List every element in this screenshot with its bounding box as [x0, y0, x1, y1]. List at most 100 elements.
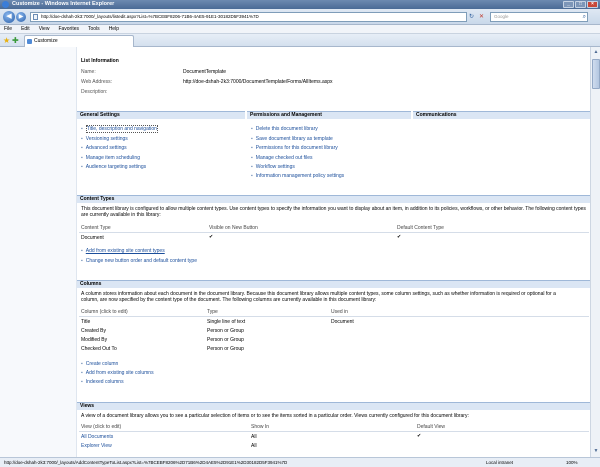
tab-bar: ★ ✚ Customize [0, 34, 600, 47]
permissions-heading: Permissions and Management [247, 111, 411, 119]
zoom-level[interactable]: 100% [566, 458, 578, 467]
refresh-icon[interactable]: ↻ [467, 12, 476, 22]
forward-button[interactable]: ▶ [16, 12, 26, 22]
views-col-show: Show In [251, 424, 270, 430]
ct-link-change-order[interactable]: ▪ Change new button order and default con… [81, 258, 197, 264]
address-input[interactable]: http://doe-dshah-2k3:7000/_layouts/liste… [30, 12, 467, 22]
content-types-header-row: Content Type Visible on New Button Defau… [79, 225, 589, 233]
general-settings-heading: General Settings [77, 111, 245, 119]
col-link-indexed[interactable]: ▪ Indexed columns [81, 379, 124, 385]
perm-link-delete[interactable]: ▪ Delete this document library [251, 126, 318, 132]
scrollbar-thumb[interactable] [592, 59, 600, 89]
general-link-advanced[interactable]: ▪ Advanced settings [81, 145, 127, 151]
columns-heading: Columns [77, 280, 591, 288]
address-url: http://doe-dshah-2k3:7000/_layouts/liste… [41, 14, 259, 19]
status-url: http://doe-dshah-2k3:7000/_layouts/AddCo… [4, 460, 288, 465]
name-value: DocumentTemplate [183, 69, 227, 75]
column-row-type: Person or Group [207, 337, 244, 343]
maximize-button[interactable]: □ [575, 1, 586, 8]
view-row-name[interactable]: All Documents [81, 434, 113, 440]
perm-link-workflow[interactable]: ▪ Workflow settings [251, 164, 295, 170]
column-row-type: Person or Group [207, 346, 244, 352]
vertical-scrollbar[interactable]: ▲ ▼ [590, 47, 600, 457]
views-col-view: View (click to edit) [81, 424, 122, 430]
ct-row-visible-check: ✔ [209, 234, 214, 240]
perm-link-template[interactable]: ▪ Save document library as template [251, 136, 333, 142]
general-link-audience[interactable]: ▪ Audience targeting settings [81, 164, 146, 170]
ct-link-add-existing[interactable]: ▪ Add from existing site content types [81, 248, 165, 254]
tab-customize[interactable]: Customize [24, 35, 134, 47]
menu-file[interactable]: File [4, 25, 12, 33]
search-input[interactable]: Google ⌕ [490, 12, 588, 22]
column-row-name[interactable]: Checked Out To [81, 346, 117, 352]
column-row-name[interactable]: Created By [81, 328, 106, 334]
web-address-label: Web Address: [81, 79, 113, 85]
columns-description-2: column, are now specified by the content… [81, 297, 377, 303]
col-link-add-existing[interactable]: ▪ Add from existing site columns [81, 370, 154, 376]
col-header-column: Column (click to edit) [81, 309, 128, 315]
search-placeholder: Google [494, 14, 509, 19]
tab-favicon-icon [27, 39, 32, 44]
columns-header-row: Column (click to edit) Type Used in [79, 309, 589, 317]
general-link-scheduling[interactable]: ▪ Manage item scheduling [81, 155, 140, 161]
view-row-show: All [251, 443, 257, 449]
column-row-name[interactable]: Modified By [81, 337, 107, 343]
ct-row-default-check: ✔ [397, 234, 402, 240]
menu-edit[interactable]: Edit [21, 25, 30, 33]
tab-label: Customize [34, 38, 58, 44]
general-link-title[interactable]: ▪ Title, description and navigation [81, 125, 158, 133]
page-icon [33, 14, 38, 20]
search-icon[interactable]: ⌕ [583, 13, 586, 21]
add-favorite-icon[interactable]: ✚ [12, 36, 19, 45]
perm-link-permissions[interactable]: ▪ Permissions for this document library [251, 145, 338, 151]
menu-tools[interactable]: Tools [88, 25, 100, 33]
web-address-value: http://doe-dshah-2k3:7000/DocumentTempla… [183, 79, 333, 85]
page-content: List Information Name: DocumentTemplate … [0, 47, 591, 457]
description-label: Description: [81, 89, 108, 95]
ct-col-default: Default Content Type [397, 225, 444, 231]
menu-favorites[interactable]: Favorites [58, 25, 79, 33]
col-header-type: Type [207, 309, 218, 315]
views-heading: Views [77, 402, 591, 410]
back-button[interactable]: ◀ [3, 11, 15, 23]
views-description: A view of a document library allows you … [81, 413, 469, 419]
column-row-name[interactable]: Title [81, 319, 90, 325]
view-row-show: All [251, 434, 257, 440]
settings-panel: List Information Name: DocumentTemplate … [76, 47, 591, 457]
perm-link-policy[interactable]: ▪ Information management policy settings [251, 173, 344, 179]
window-controls: _ □ × [563, 1, 598, 8]
col-header-used: Used in [331, 309, 348, 315]
address-toolbar: ◀ ▶ http://doe-dshah-2k3:7000/_layouts/l… [0, 9, 600, 25]
views-col-default: Default View [417, 424, 445, 430]
menu-help[interactable]: Help [109, 25, 119, 33]
views-header-row: View (click to edit) Show In Default Vie… [79, 424, 589, 432]
column-row-type: Person or Group [207, 328, 244, 334]
scroll-down-arrow-icon[interactable]: ▼ [592, 447, 600, 455]
ct-row-document-name[interactable]: Document [81, 235, 104, 241]
ie-logo-icon [2, 1, 9, 8]
close-button[interactable]: × [587, 1, 598, 8]
content-types-description: This document library is configured to a… [81, 206, 586, 218]
view-row-default-check: ✔ [417, 433, 422, 439]
scroll-up-arrow-icon[interactable]: ▲ [592, 48, 600, 56]
col-link-create[interactable]: ▪ Create column [81, 361, 118, 367]
menu-view[interactable]: View [39, 25, 50, 33]
column-row-used: Document [331, 319, 354, 325]
column-row-type: Single line of text [207, 319, 246, 325]
perm-link-checked-out[interactable]: ▪ Manage checked out files [251, 155, 312, 161]
window-title-bar: Customize - Windows Internet Explorer _ … [0, 0, 600, 9]
ct-col-type: Content Type [81, 225, 111, 231]
view-row-name[interactable]: Explorer View [81, 443, 112, 449]
content-types-heading: Content Types [77, 195, 591, 203]
window-title: Customize - Windows Internet Explorer [12, 1, 115, 7]
favorites-star-icon[interactable]: ★ [3, 36, 10, 45]
general-link-versioning[interactable]: ▪ Versioning settings [81, 136, 128, 142]
minimize-button[interactable]: _ [563, 1, 574, 8]
status-bar: http://doe-dshah-2k3:7000/_layouts/AddCo… [0, 457, 600, 467]
name-label: Name: [81, 69, 96, 75]
stop-icon[interactable]: ✕ [477, 12, 486, 22]
menu-bar: File Edit View Favorites Tools Help [0, 25, 600, 34]
list-info-heading: List Information [81, 58, 119, 64]
communications-heading: Communications [413, 111, 591, 119]
ct-col-visible: Visible on New Button [209, 225, 258, 231]
